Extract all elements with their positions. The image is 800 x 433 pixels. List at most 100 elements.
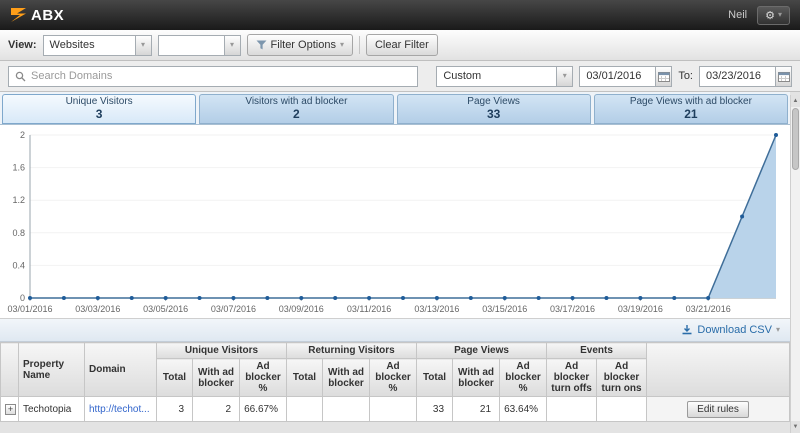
tab-visitors-with-ad-blocker[interactable]: Visitors with ad blocker 2 xyxy=(199,94,393,124)
scroll-down-icon[interactable]: ▼ xyxy=(791,421,800,433)
svg-text:03/11/2016: 03/11/2016 xyxy=(347,304,391,314)
col-events-turn-ons: Ad blocker turn ons xyxy=(597,359,647,397)
search-input[interactable] xyxy=(31,70,411,82)
date-to-calendar-button[interactable] xyxy=(775,66,792,87)
col-pv-adblock: With ad blocker xyxy=(453,359,500,397)
svg-text:03/19/2016: 03/19/2016 xyxy=(618,304,663,314)
col-returning-pct: Ad blocker % xyxy=(370,359,417,397)
svg-text:03/01/2016: 03/01/2016 xyxy=(7,304,52,314)
tab-page-views-with-ad-blocker[interactable]: Page Views with ad blocker 21 xyxy=(594,94,788,124)
svg-text:1.2: 1.2 xyxy=(12,195,25,205)
edit-rules-button[interactable]: Edit rules xyxy=(687,401,749,418)
cell-domain-link[interactable]: http://techot... xyxy=(89,404,150,415)
download-row: Download CSV ▾ xyxy=(0,319,790,342)
settings-menu-button[interactable]: ⚙ ▾ xyxy=(757,6,790,25)
svg-text:2: 2 xyxy=(20,130,25,140)
cell-returning-total xyxy=(287,397,323,422)
tab-page-views[interactable]: Page Views 33 xyxy=(397,94,591,124)
svg-text:0.8: 0.8 xyxy=(12,228,25,238)
secondary-select[interactable]: ▾ xyxy=(158,35,241,56)
scroll-up-icon[interactable]: ▲ xyxy=(791,95,800,107)
expand-column-header xyxy=(1,343,19,397)
col-unique-pct: Ad blocker % xyxy=(240,359,287,397)
download-icon xyxy=(681,324,693,336)
app-logo: ABX xyxy=(10,7,64,24)
cell-events-offs xyxy=(547,397,597,422)
tab-label: Unique Visitors xyxy=(3,96,195,107)
col-returning-total: Total xyxy=(287,359,323,397)
toolbar-separator xyxy=(359,36,360,54)
chevron-down-icon: ▾ xyxy=(776,326,780,334)
scrollbar-thumb[interactable] xyxy=(792,108,799,170)
cell-events-ons xyxy=(597,397,647,422)
cell-pv-pct: 63.64% xyxy=(500,397,547,422)
scrollbar-track[interactable] xyxy=(791,171,800,421)
cell-returning-pct xyxy=(370,397,417,422)
svg-text:03/05/2016: 03/05/2016 xyxy=(143,304,188,314)
vertical-scrollbar[interactable]: ▲ ▼ xyxy=(790,95,800,433)
date-to-field: 03/23/2016 xyxy=(699,66,792,87)
svg-text:1.6: 1.6 xyxy=(12,163,25,173)
date-to-value[interactable]: 03/23/2016 xyxy=(699,66,775,87)
col-unique-total: Total xyxy=(157,359,193,397)
svg-text:03/15/2016: 03/15/2016 xyxy=(482,304,527,314)
cell-pv-adblock: 21 xyxy=(453,397,500,422)
col-pv-total: Total xyxy=(417,359,453,397)
group-events: Events xyxy=(547,343,647,359)
calendar-icon xyxy=(658,71,670,82)
row-expand-button[interactable]: + xyxy=(5,404,16,415)
svg-text:03/17/2016: 03/17/2016 xyxy=(550,304,595,314)
search-row: Custom ▾ 03/01/2016 To: 03/23/2016 xyxy=(0,61,800,92)
view-select[interactable]: Websites ▾ xyxy=(43,35,152,56)
view-select-arrow[interactable]: ▾ xyxy=(135,35,152,56)
group-returning-visitors: Returning Visitors xyxy=(287,343,417,359)
secondary-select-value xyxy=(158,35,224,56)
chevron-down-icon: ▾ xyxy=(563,72,567,80)
filter-toolbar: View: Websites ▾ ▾ Filter Options ▾ Clea… xyxy=(0,30,800,61)
tab-value: 33 xyxy=(398,107,590,121)
to-label: To: xyxy=(678,70,693,82)
cell-unique-total: 3 xyxy=(157,397,193,422)
group-page-views: Page Views xyxy=(417,343,547,359)
abx-logo-icon xyxy=(10,7,27,23)
filter-options-button[interactable]: Filter Options ▾ xyxy=(247,34,353,56)
filter-options-label: Filter Options xyxy=(271,39,336,51)
svg-text:03/03/2016: 03/03/2016 xyxy=(75,304,120,314)
secondary-select-arrow[interactable]: ▾ xyxy=(224,35,241,56)
download-csv-label: Download CSV xyxy=(697,324,772,336)
col-events-turn-offs: Ad blocker turn offs xyxy=(547,359,597,397)
cell-property-name: Techotopia xyxy=(19,397,85,422)
table-row: + Techotopia http://techot... 3 2 66.67%… xyxy=(1,397,790,422)
domain-header: Domain xyxy=(85,343,157,397)
search-box xyxy=(8,66,418,87)
clear-filter-label: Clear Filter xyxy=(375,39,429,51)
date-range-select[interactable]: Custom ▾ xyxy=(436,66,573,87)
svg-text:03/07/2016: 03/07/2016 xyxy=(211,304,256,314)
download-csv-link[interactable]: Download CSV ▾ xyxy=(681,324,780,336)
date-range-arrow[interactable]: ▾ xyxy=(556,66,573,87)
col-unique-adblock: With ad blocker xyxy=(193,359,240,397)
view-select-value: Websites xyxy=(43,35,135,56)
svg-text:03/13/2016: 03/13/2016 xyxy=(414,304,459,314)
tab-value: 21 xyxy=(595,107,787,121)
svg-text:03/21/2016: 03/21/2016 xyxy=(686,304,731,314)
clear-filter-button[interactable]: Clear Filter xyxy=(366,34,438,56)
calendar-icon xyxy=(778,71,790,82)
date-from-value[interactable]: 03/01/2016 xyxy=(579,66,655,87)
tab-value: 2 xyxy=(200,107,392,121)
funnel-icon xyxy=(256,40,267,50)
date-from-field: 03/01/2016 xyxy=(579,66,672,87)
brand-name: ABX xyxy=(31,7,64,24)
chevron-down-icon: ▾ xyxy=(141,41,145,49)
domains-table: Property Name Domain Unique Visitors Ret… xyxy=(0,342,790,422)
tab-label: Page Views xyxy=(398,96,590,107)
cell-unique-pct: 66.67% xyxy=(240,397,287,422)
tab-label: Page Views with ad blocker xyxy=(595,96,787,107)
col-returning-adblock: With ad blocker xyxy=(323,359,370,397)
tab-unique-visitors[interactable]: Unique Visitors 3 xyxy=(2,94,196,124)
svg-text:0.4: 0.4 xyxy=(12,260,25,270)
tab-label: Visitors with ad blocker xyxy=(200,96,392,107)
chevron-down-icon: ▾ xyxy=(340,41,344,49)
date-from-calendar-button[interactable] xyxy=(655,66,672,87)
user-name: Neil xyxy=(728,9,747,21)
